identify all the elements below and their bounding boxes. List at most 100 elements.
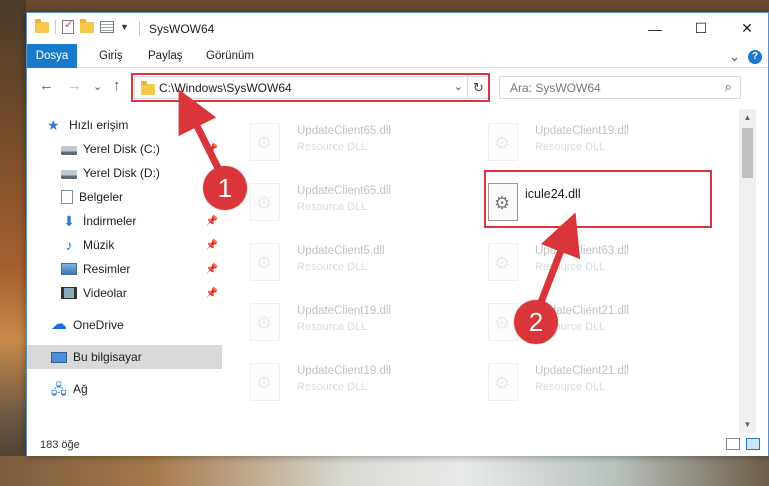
search-box[interactable]: Ara: SysWOW64 ⌕ [499,76,741,99]
file-type: Resource DLL [535,141,606,153]
tab-view[interactable]: Görünüm [206,44,254,68]
pictures-icon [61,263,77,275]
desktop-background-left [0,0,26,486]
forward-button[interactable]: → [67,77,82,94]
file-item[interactable]: UpdateClient19.dll Resource DLL [463,115,683,167]
large-icons-view-icon[interactable] [746,438,760,450]
sidebar-item-this-pc[interactable]: Bu bilgisayar [27,345,222,369]
minimize-button[interactable]: — [632,13,678,44]
computer-icon [51,351,67,363]
file-name: UpdateClient19.dll [297,305,391,317]
file-type: Resource DLL [535,261,606,273]
file-list: UpdateClient65.dll Resource DLL UpdateCl… [225,109,739,433]
dll-file-icon [250,183,280,221]
divider [55,20,56,34]
drive-icon [61,170,77,179]
qat-dropdown-icon[interactable]: ▼ [120,22,129,32]
file-name: UpdateClient63.dll [535,245,629,257]
file-type: Resource DLL [535,381,606,393]
step-2-badge: 2 [514,300,558,344]
sidebar-item-local-disk-d[interactable]: Yerel Disk (D:) [27,161,222,185]
file-name: UpdateClient19.dll [297,365,391,377]
file-item[interactable]: UpdateClient21.dll Resource DLL [463,355,683,407]
star-icon: ★ [47,117,60,133]
file-name: UpdateClient19.dll [535,125,629,137]
sidebar-item-label: Hızlı erişim [69,118,129,132]
sidebar-item-pictures[interactable]: Resimler 📌 [27,257,222,281]
recent-locations-button[interactable]: ⌄ [93,80,102,93]
file-item[interactable]: UpdateClient5.dll Resource DLL [225,235,445,287]
dll-file-icon [250,303,280,341]
scrollbar-thumb[interactable] [742,128,753,178]
details-view-icon[interactable] [726,438,740,450]
tab-file[interactable]: Dosya [27,44,77,68]
scroll-up-icon[interactable]: ▲ [739,109,756,126]
tab-home[interactable]: Giriş [99,44,123,68]
file-item[interactable]: UpdateClient19.dll Resource DLL [225,295,445,347]
file-name: UpdateClient65.dll [297,185,391,197]
sidebar-item-label: OneDrive [73,318,124,332]
pin-icon[interactable]: 📌 [206,216,218,227]
sidebar-item-label: İndirmeler [83,214,137,228]
music-icon: ♪ [65,237,73,253]
file-highlight [484,170,712,228]
expand-ribbon-icon[interactable]: ⌄ [729,49,740,65]
desktop-background-bottom [0,456,769,486]
maximize-button[interactable]: ☐ [678,13,724,44]
pin-icon[interactable]: 📌 [206,288,218,299]
file-item[interactable]: UpdateClient63.dll Resource DLL [463,235,683,287]
file-type: Resource DLL [297,141,368,153]
navigation-pane: ★ Hızlı erişim Yerel Disk (C:) 📌 Yerel D… [27,109,223,433]
pin-icon[interactable]: 📌 [206,264,218,275]
document-icon [61,190,73,204]
sidebar-item-onedrive[interactable]: ☁ OneDrive [27,313,222,337]
sidebar-item-label: Yerel Disk (D:) [83,166,160,180]
file-item[interactable]: UpdateClient65.dll Resource DLL [225,115,445,167]
customize-view-icon[interactable] [100,21,114,33]
file-item[interactable]: UpdateClient65.dll Resource DLL [225,175,445,227]
file-type: Resource DLL [297,381,368,393]
sidebar-item-documents[interactable]: Belgeler 📌 [27,185,222,209]
close-button[interactable]: ✕ [724,13,769,44]
sidebar-item-label: Ağ [73,382,88,396]
dll-file-icon [250,243,280,281]
dll-file-icon [488,243,518,281]
properties-icon[interactable] [62,18,74,34]
pin-icon[interactable]: 📌 [206,240,218,251]
file-type: Resource DLL [297,261,368,273]
file-item[interactable]: UpdateClient19.dll Resource DLL [225,355,445,407]
search-icon[interactable]: ⌕ [725,79,732,95]
ribbon-tabs: Dosya Giriş Paylaş Görünüm ⌄ ? [27,44,768,68]
sidebar-item-music[interactable]: ♪ Müzik 📌 [27,233,222,257]
search-input[interactable]: Ara: SysWOW64 [510,81,601,95]
vertical-scrollbar[interactable]: ▲ ▼ [739,109,756,433]
back-button[interactable]: ← [39,77,54,94]
sidebar-item-network[interactable]: 🖧 Ağ [27,377,222,401]
sidebar-item-quick-access[interactable]: ★ Hızlı erişim [27,113,222,137]
sidebar-item-label: Bu bilgisayar [73,350,142,364]
file-name: UpdateClient21.dll [535,365,629,377]
sidebar-item-videos[interactable]: Videolar 📌 [27,281,222,305]
scroll-down-icon[interactable]: ▼ [739,416,756,433]
sidebar-item-label: Videolar [83,286,127,300]
tab-share[interactable]: Paylaş [148,44,183,68]
dll-file-icon [250,363,280,401]
onedrive-icon: ☁ [51,316,67,333]
status-bar: 183 öğe [27,433,768,456]
file-type: Resource DLL [297,201,368,213]
file-name: UpdateClient5.dll [297,245,385,257]
file-item[interactable]: UpdateClient21.dll Resource DLL [463,295,683,347]
divider [139,21,140,36]
dll-file-icon [250,123,280,161]
title-bar: ▼ SysWOW64 — ☐ ✕ [27,13,768,44]
folder-icon [35,18,49,33]
sidebar-item-downloads[interactable]: ⬇ İndirmeler 📌 [27,209,222,233]
help-icon[interactable]: ? [748,50,762,64]
pin-icon[interactable]: 📌 [206,144,218,155]
up-button[interactable]: ↑ [113,77,121,94]
new-folder-icon[interactable] [80,18,94,33]
file-type: Resource DLL [297,321,368,333]
sidebar-item-local-disk-c[interactable]: Yerel Disk (C:) 📌 [27,137,222,161]
sidebar-item-label: Müzik [83,238,115,252]
drive-icon [61,146,77,155]
